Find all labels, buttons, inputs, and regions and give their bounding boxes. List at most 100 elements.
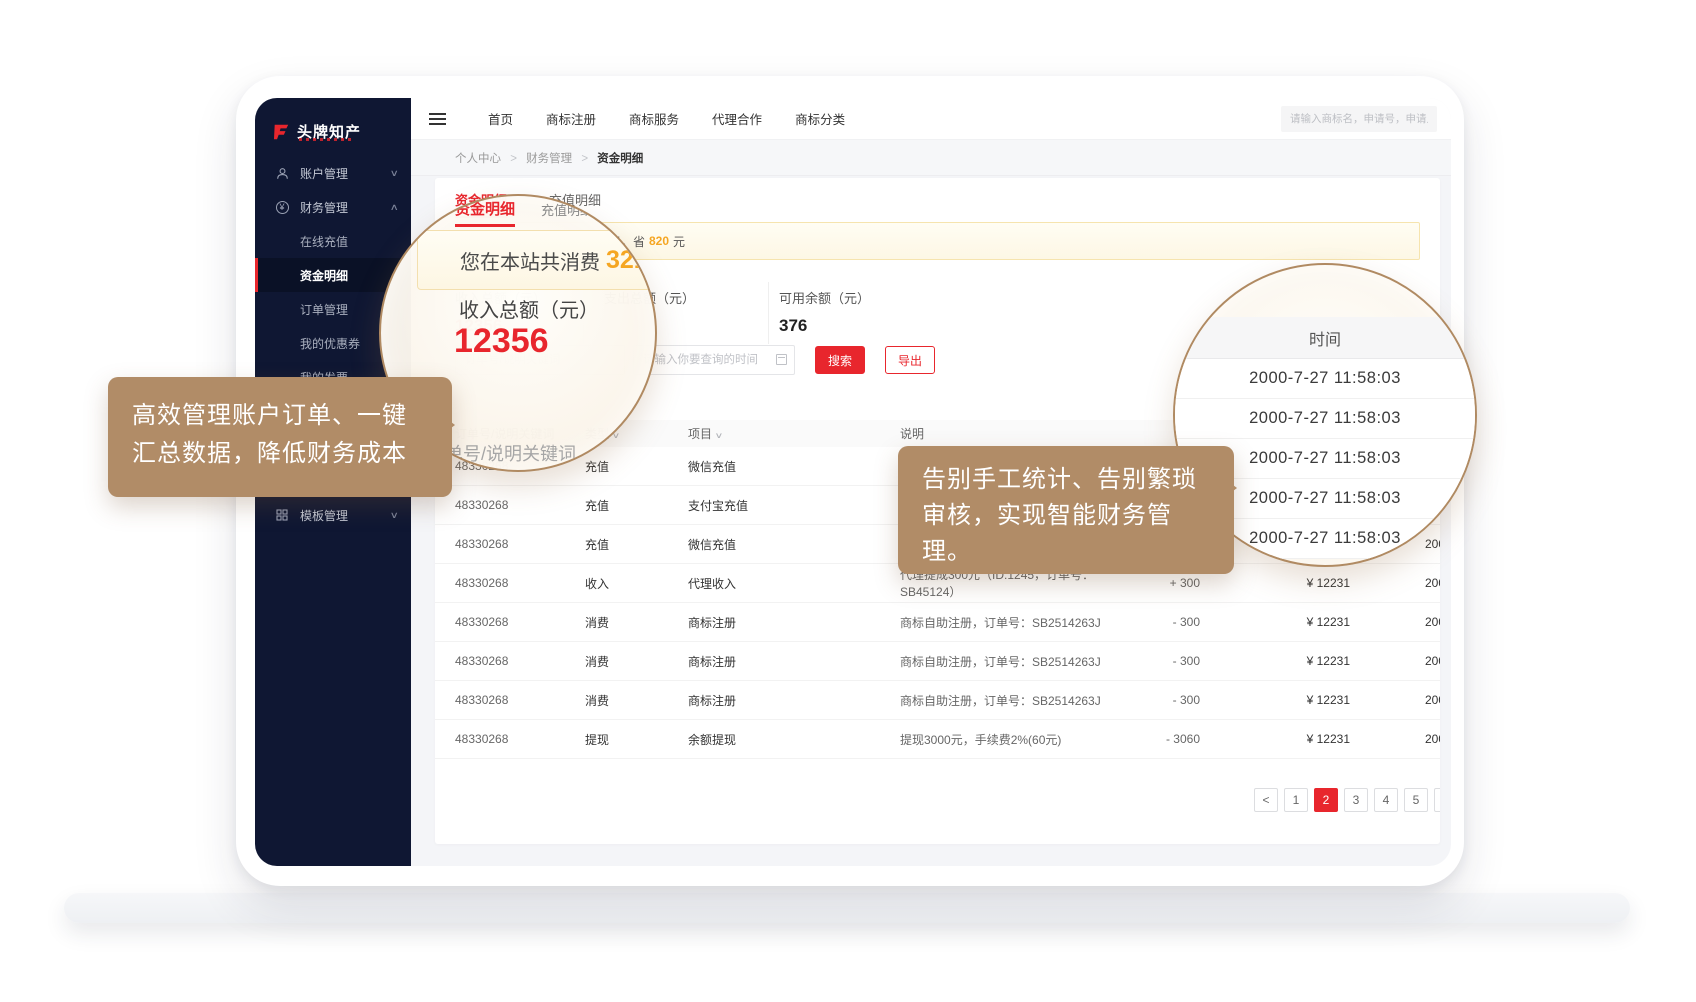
- calendar-icon: [776, 354, 787, 365]
- sidebar-item-template[interactable]: 模板管理 ∨: [255, 498, 411, 532]
- cell-balance: ¥ 12231: [1200, 615, 1350, 629]
- header-desc: 说明: [900, 425, 1140, 442]
- cell-desc: 商标自助注册，订单号：SB2514263J: [900, 653, 1140, 670]
- sidebar-subitem-label: 我的优惠券: [300, 335, 360, 352]
- laptop-base: [64, 893, 1630, 923]
- magnified-time-header: 时间: [1173, 317, 1477, 359]
- magnified-tab-inactive: 充值明细: [541, 200, 593, 219]
- magnified-time-row: 2000-7-27 11:58:03: [1173, 399, 1477, 439]
- template-icon: [275, 508, 289, 522]
- table-row: 48330268 消费 商标注册 商标自助注册，订单号：SB2514263J -…: [435, 642, 1440, 681]
- header-item-sortable[interactable]: 项目∨: [688, 425, 900, 442]
- cell-type: 消费: [585, 653, 688, 670]
- magnified-banner: 您在本站共消费 32124 元: [417, 230, 657, 290]
- cell-balance: ¥ 12231: [1200, 654, 1350, 668]
- sidebar-item-label: 财务管理: [255, 199, 348, 216]
- cell-item: 微信充值: [688, 536, 900, 553]
- sidebar-subitem-label: 在线充值: [300, 233, 348, 250]
- cell-order: 48330268: [455, 732, 585, 746]
- cell-balance: ¥ 12231: [1200, 732, 1350, 746]
- cell-time: 2000-7-27 11:58:03: [1350, 654, 1440, 668]
- banner-suffix: 元: [673, 233, 685, 250]
- cell-order: 48330268: [455, 654, 585, 668]
- pagination-page-1[interactable]: 1: [1284, 788, 1308, 812]
- pagination: < 1 2 3 4 5 >: [1254, 788, 1432, 812]
- breadcrumb: 个人中心 > 财务管理 > 资金明细: [411, 140, 1451, 176]
- breadcrumb-link-finance[interactable]: 财务管理: [526, 153, 572, 165]
- cell-time: 2000-7-27 11:58:03: [1350, 732, 1440, 746]
- pagination-prev-button[interactable]: <: [1254, 788, 1278, 812]
- cell-type: 消费: [585, 614, 688, 631]
- breadcrumb-current: 资金明细: [597, 153, 643, 165]
- breadcrumb-link-personal-center[interactable]: 个人中心: [455, 153, 501, 165]
- nav-item-trademark-category[interactable]: 商标分类: [795, 109, 845, 128]
- magnified-tab-active: 资金明细: [455, 198, 515, 227]
- cell-order: 48330268: [455, 693, 585, 707]
- sidebar-item-finance[interactable]: ¥ 财务管理 ∧: [255, 190, 411, 224]
- cell-balance: ¥ 12231: [1200, 693, 1350, 707]
- magnified-time-row: 2000-7-27 11:58:03: [1173, 359, 1477, 399]
- cell-order: 48330268: [455, 576, 585, 590]
- table-row: 48330268 提现 余额提现 提现3000元，手续费2%(60元) - 30…: [435, 720, 1440, 759]
- finance-icon: ¥: [275, 200, 289, 214]
- breadcrumb-separator: >: [510, 153, 517, 165]
- sidebar-item-online-recharge[interactable]: 在线充值: [255, 224, 411, 258]
- pagination-page-5[interactable]: 5: [1404, 788, 1428, 812]
- pagination-page-4[interactable]: 4: [1374, 788, 1398, 812]
- magnified-stat-value: 12356: [454, 322, 549, 361]
- cell-type: 充值: [585, 536, 688, 553]
- magnified-banner-amount: 32124: [606, 246, 657, 275]
- pagination-next-button[interactable]: >: [1434, 788, 1440, 812]
- date-input[interactable]: [633, 345, 795, 375]
- cell-type: 消费: [585, 692, 688, 709]
- cell-item: 支付宝充值: [688, 497, 900, 514]
- cell-type: 充值: [585, 458, 688, 475]
- cell-desc: 商标自助注册，订单号：SB2514263J: [900, 692, 1140, 709]
- pagination-page-2-active[interactable]: 2: [1314, 788, 1338, 812]
- cell-type: 充值: [585, 497, 688, 514]
- nav-item-trademark-service[interactable]: 商标服务: [629, 109, 679, 128]
- callout-left: 高效管理账户订单、一键 汇总数据，降低财务成本: [108, 377, 452, 497]
- cell-amount: - 3060: [1140, 732, 1200, 746]
- hamburger-menu-icon[interactable]: [429, 110, 446, 128]
- cell-time: 2000-7-27 11:58:03: [1350, 576, 1440, 590]
- cell-order: 48330268: [455, 498, 585, 512]
- sort-caret-icon: ∨: [715, 431, 724, 440]
- sidebar-subitem-label: 订单管理: [300, 301, 348, 318]
- cell-desc: 商标自助注册，订单号：SB2514263J: [900, 614, 1140, 631]
- cell-item: 商标注册: [688, 692, 900, 709]
- sidebar-item-account[interactable]: 账户管理 ∨: [255, 156, 411, 190]
- cell-amount: - 300: [1140, 693, 1200, 707]
- search-button[interactable]: 搜索: [815, 346, 865, 374]
- nav-item-home[interactable]: 首页: [488, 109, 513, 128]
- cell-order: 48330268: [455, 615, 585, 629]
- top-navbar: 首页 商标注册 商标服务 代理合作 商标分类: [411, 98, 1451, 140]
- global-search-input[interactable]: [1281, 106, 1437, 132]
- cell-item: 余额提现: [688, 731, 900, 748]
- cell-time: 2000-7-27 11:58:03: [1350, 615, 1440, 629]
- callout-left-line1: 高效管理账户订单、一键: [132, 397, 428, 435]
- nav-item-agent-cooperation[interactable]: 代理合作: [712, 109, 762, 128]
- brand-logo-icon: [272, 123, 290, 141]
- cell-item: 代理收入: [688, 575, 900, 592]
- chevron-up-icon: ∧: [390, 202, 399, 213]
- nav-item-trademark-register[interactable]: 商标注册: [546, 109, 596, 128]
- magnified-stat-label: 收入总额（元）: [459, 294, 599, 323]
- sidebar-item-label: 账户管理: [255, 165, 348, 182]
- sidebar-subitem-label: 资金明细: [300, 267, 348, 284]
- magnified-banner-prefix: 您在本站共消费: [460, 246, 600, 275]
- export-button[interactable]: 导出: [885, 346, 935, 374]
- user-icon: [275, 166, 289, 180]
- screenshot-stage: 头牌知产 账户管理 ∨ ¥ 财务管: [0, 0, 1696, 1002]
- cell-item: 商标注册: [688, 653, 900, 670]
- callout-left-line2: 汇总数据，降低财务成本: [132, 435, 428, 473]
- stat-label: 可用余额（元）: [779, 288, 870, 307]
- breadcrumb-separator: >: [581, 153, 588, 165]
- cell-type: 提现: [585, 731, 688, 748]
- table-row: 48330268 消费 商标注册 商标自助注册，订单号：SB2514263J -…: [435, 681, 1440, 720]
- callout-right-text: 告别手工统计、告别繁琐审核，实现智能财务管理。: [898, 446, 1234, 586]
- cell-desc: 提现3000元，手续费2%(60元): [900, 731, 1140, 748]
- callout-right: 告别手工统计、告别繁琐审核，实现智能财务管理。: [898, 446, 1234, 574]
- stat-value: 376: [779, 316, 870, 336]
- pagination-page-3[interactable]: 3: [1344, 788, 1368, 812]
